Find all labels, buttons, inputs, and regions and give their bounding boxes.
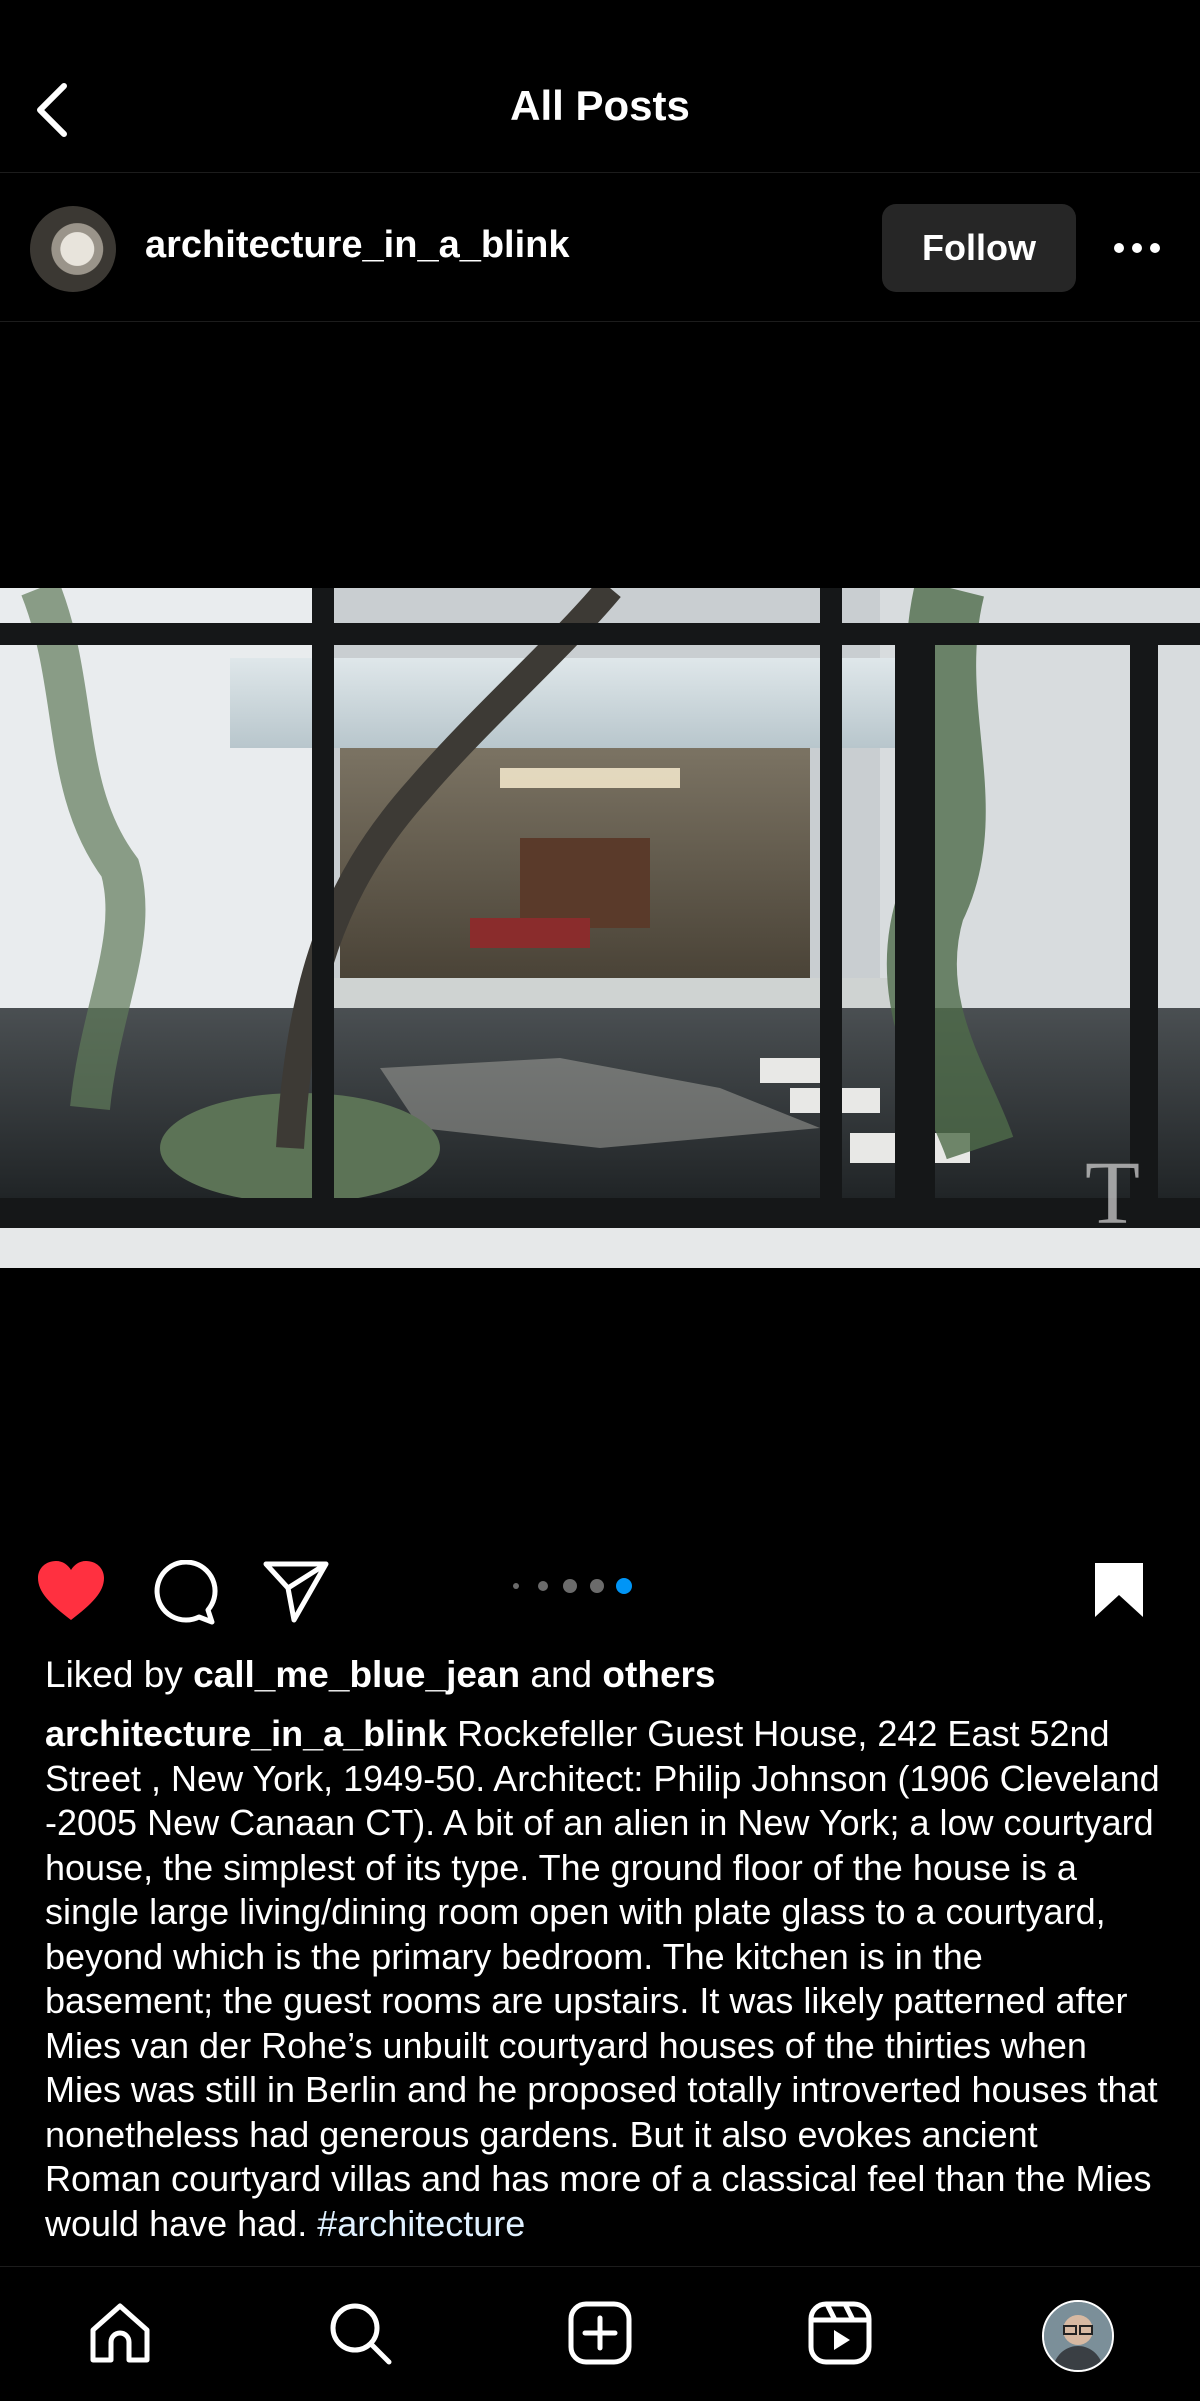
likes-line: Liked by call_me_blue_jean and others <box>45 1654 716 1696</box>
profile-avatar[interactable] <box>1042 2300 1114 2372</box>
carousel-dot <box>563 1579 577 1593</box>
account-avatar[interactable] <box>30 206 116 292</box>
likes-prefix: Liked by <box>45 1654 194 1695</box>
svg-text:T: T <box>1085 1144 1140 1243</box>
reels-icon[interactable] <box>807 2300 873 2366</box>
share-send-icon[interactable] <box>262 1558 330 1624</box>
post-username[interactable]: architecture_in_a_blink <box>145 224 570 267</box>
carousel-dot <box>513 1583 519 1589</box>
carousel-dot <box>590 1579 604 1593</box>
carousel-dot <box>538 1581 548 1591</box>
courtyard-photo: T <box>0 588 1200 1268</box>
more-options-icon[interactable] <box>1112 234 1162 262</box>
create-post-icon[interactable] <box>567 2300 633 2366</box>
caption-username[interactable]: architecture_in_a_blink <box>45 1713 447 1754</box>
follow-button[interactable]: Follow <box>882 204 1076 292</box>
caption-text: Rockefeller Guest House, 242 East 52nd S… <box>45 1713 1160 2244</box>
carousel-indicator <box>510 1576 640 1596</box>
likes-others[interactable]: others <box>602 1654 715 1695</box>
caption-hashtag[interactable]: #architecture <box>317 2203 525 2244</box>
post-caption: architecture_in_a_blink Rockefeller Gues… <box>45 1712 1160 2267</box>
home-icon[interactable] <box>87 2300 153 2366</box>
like-heart-icon[interactable] <box>36 1560 106 1622</box>
carousel-dot <box>616 1578 632 1594</box>
bookmark-icon[interactable] <box>1092 1560 1146 1620</box>
search-icon[interactable] <box>327 2300 393 2366</box>
page-title: All Posts <box>510 82 690 129</box>
comment-icon[interactable] <box>152 1559 218 1626</box>
post-image[interactable]: T <box>0 588 1200 1268</box>
liked-by-user[interactable]: call_me_blue_jean <box>193 1654 520 1695</box>
likes-middle: and <box>520 1654 603 1695</box>
